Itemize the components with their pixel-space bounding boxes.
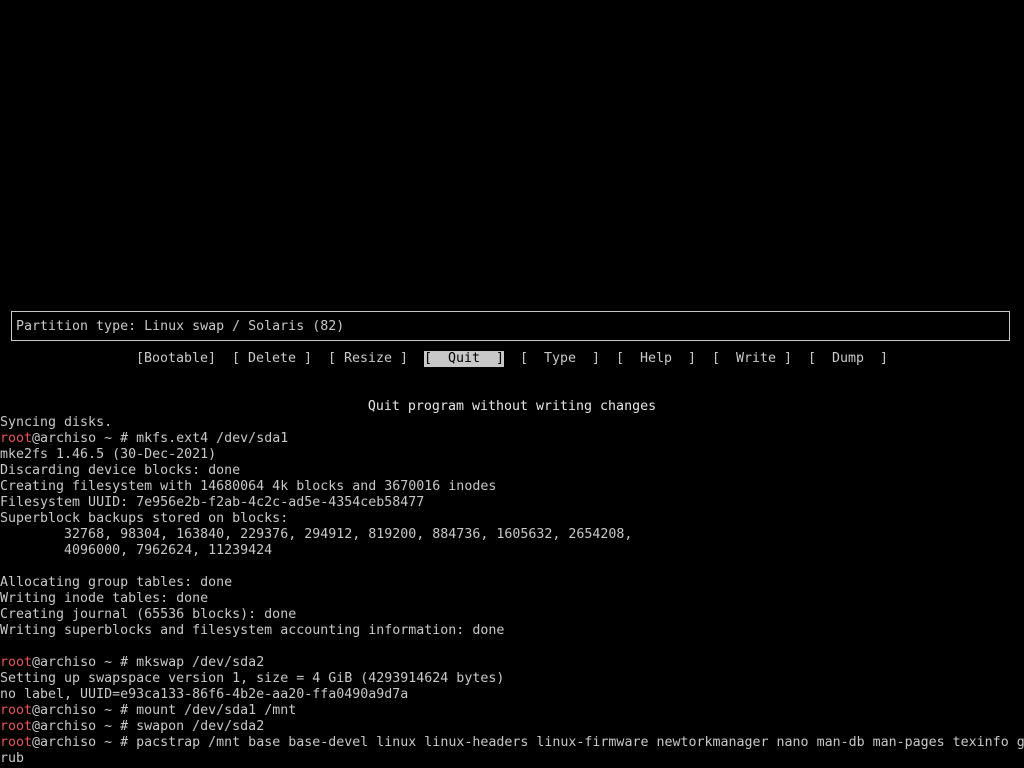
command-text: mkfs.ext4 /dev/sda1 bbox=[136, 431, 289, 446]
prompt-host: @archiso bbox=[32, 431, 97, 446]
terminal-output-line: Syncing disks. bbox=[0, 415, 113, 430]
menu-hint-text: Quit program without writing changes bbox=[367, 399, 657, 414]
bootable-button[interactable]: [Bootable] bbox=[136, 351, 216, 367]
prompt-host: @archiso bbox=[32, 719, 97, 734]
prompt-host: @archiso bbox=[32, 735, 97, 750]
terminal-output-line: no label, UUID=e93ca133-86f6-4b2e-aa20-f… bbox=[0, 687, 409, 702]
command-text: swapon /dev/sda2 bbox=[136, 719, 265, 734]
prompt-user: root bbox=[0, 735, 33, 750]
command-text: mount /dev/sda1 /mnt bbox=[136, 703, 297, 718]
terminal-command-line: root@archiso ~ # mkswap /dev/sda2 bbox=[0, 655, 264, 671]
terminal-output-line: Writing superblocks and filesystem accou… bbox=[0, 623, 505, 638]
prompt-symbol: ~ # bbox=[96, 735, 137, 750]
prompt-symbol: ~ # bbox=[96, 703, 137, 718]
write-button[interactable]: [ Write ] bbox=[712, 351, 792, 367]
dump-button[interactable]: [ Dump ] bbox=[808, 351, 888, 367]
terminal-output-line: Discarding device blocks: done bbox=[0, 463, 241, 478]
terminal-output-line: Creating filesystem with 14680064 4k blo… bbox=[0, 479, 497, 494]
terminal-output-line: rub bbox=[0, 751, 25, 766]
terminal-output-line: Creating journal (65536 blocks): done bbox=[0, 607, 297, 622]
quit-button[interactable]: [ Quit ] bbox=[424, 351, 505, 367]
prompt-symbol: ~ # bbox=[96, 431, 137, 446]
terminal-output-line: Superblock backups stored on blocks: bbox=[0, 511, 289, 526]
terminal-output-line: 32768, 98304, 163840, 229376, 294912, 81… bbox=[0, 527, 633, 542]
terminal-command-line: root@archiso ~ # mount /dev/sda1 /mnt bbox=[0, 703, 296, 719]
prompt-user: root bbox=[0, 655, 33, 670]
prompt-host: @archiso bbox=[32, 655, 97, 670]
delete-button[interactable]: [ Delete ] bbox=[232, 351, 312, 367]
terminal-output-line: Allocating group tables: done bbox=[0, 575, 233, 590]
prompt-symbol: ~ # bbox=[96, 655, 137, 670]
terminal-command-line: root@archiso ~ # mkfs.ext4 /dev/sda1 bbox=[0, 431, 288, 447]
type-button[interactable]: [ Type ] bbox=[520, 351, 600, 367]
cfdisk-menu-bar: [Bootable] [ Delete ] [ Resize ] [ Quit … bbox=[0, 351, 1024, 367]
prompt-user: root bbox=[0, 703, 33, 718]
terminal-output-line: 4096000, 7962624, 11239424 bbox=[0, 543, 273, 558]
terminal-output-line: Writing inode tables: done bbox=[0, 591, 209, 606]
terminal-output-line: Filesystem UUID: 7e956e2b-f2ab-4c2c-ad5e… bbox=[0, 495, 425, 510]
terminal-command-line: root@archiso ~ # swapon /dev/sda2 bbox=[0, 719, 264, 735]
command-text: pacstrap /mnt base base-devel linux linu… bbox=[136, 735, 1024, 750]
prompt-host: @archiso bbox=[32, 703, 97, 718]
terminal-output-line: mke2fs 1.46.5 (30-Dec-2021) bbox=[0, 447, 217, 462]
terminal-output-line: Setting up swapspace version 1, size = 4… bbox=[0, 671, 505, 686]
prompt-symbol: ~ # bbox=[96, 719, 137, 734]
terminal-command-line: root@archiso ~ # pacstrap /mnt base base… bbox=[0, 735, 1024, 751]
command-text: mkswap /dev/sda2 bbox=[136, 655, 265, 670]
partition-type-text: Partition type: Linux swap / Solaris (82… bbox=[16, 319, 345, 334]
prompt-user: root bbox=[0, 431, 33, 446]
prompt-user: root bbox=[0, 719, 33, 734]
help-button[interactable]: [ Help ] bbox=[616, 351, 696, 367]
partition-type-box: Partition type: Linux swap / Solaris (82… bbox=[11, 311, 1010, 341]
resize-button[interactable]: [ Resize ] bbox=[328, 351, 408, 367]
